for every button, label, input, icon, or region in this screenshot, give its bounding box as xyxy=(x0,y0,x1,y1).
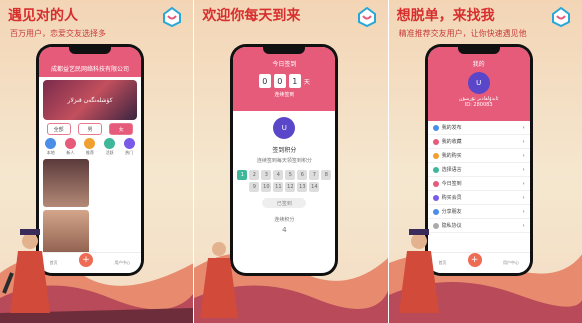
day-cell[interactable]: 12 xyxy=(285,182,296,192)
app-logo-icon xyxy=(357,6,376,28)
counter-unit: 天 xyxy=(303,78,310,86)
document-icon xyxy=(432,124,439,131)
day-cell[interactable]: 4 xyxy=(273,170,284,180)
chevron-right-icon: › xyxy=(522,180,525,187)
day-grid: 1 2 3 4 5 6 7 8 9 10 11 12 13 14 xyxy=(237,170,332,192)
cart-icon xyxy=(432,152,439,159)
shortcut-local[interactable]: 本地 xyxy=(43,138,59,156)
heart-icon xyxy=(123,138,135,149)
day-cell[interactable]: 8 xyxy=(321,170,332,180)
app-logo-icon xyxy=(163,6,182,28)
day-counter: 0 0 1 天 xyxy=(233,74,335,88)
tab-all[interactable]: 全部 xyxy=(46,123,71,135)
globe-icon xyxy=(432,166,439,173)
tab-user-center[interactable]: 用户中心 xyxy=(503,260,519,266)
promo-strip: 遇见对的人 百万用户，恋爱交友选择多 成都益艺民网络科技有限公司 كۈشلەنگ… xyxy=(0,0,582,323)
profile-menu: 我的发布 › 我的收藏 › 我的购买 › 选择语言 › 今日签到 › 购买会员 › 分享朋友… xyxy=(427,121,530,233)
tab-user-center[interactable]: 用户中心 xyxy=(114,260,130,266)
signed-in-button[interactable]: 已签到 xyxy=(262,198,307,208)
day-cell[interactable]: 9 xyxy=(249,182,260,192)
menu-item-vip[interactable]: 购买会员 › xyxy=(427,191,530,205)
chevron-right-icon: › xyxy=(522,194,525,201)
day-cell[interactable]: 1 xyxy=(237,170,248,180)
phone-notch xyxy=(457,47,500,54)
post-button[interactable]: + xyxy=(78,253,93,267)
menu-item-language[interactable]: 选择语言 › xyxy=(427,163,530,177)
day-cell[interactable]: 13 xyxy=(297,182,308,192)
tab-male[interactable]: 男 xyxy=(77,123,102,135)
chevron-right-icon: › xyxy=(522,138,525,145)
day-cell[interactable]: 11 xyxy=(273,182,284,192)
menu-item-share[interactable]: 分享朋友 › xyxy=(427,205,530,219)
shortcut-hot[interactable]: 热门 xyxy=(121,138,137,156)
chevron-right-icon: › xyxy=(522,124,525,131)
panel-subline: 精准推荐交友用户，让你快速遇见他 xyxy=(398,29,527,38)
phone-mockup: 今日签到 0 0 1 天 连续签到 U 签到积分 连续签到每天领签到积分 1 2… xyxy=(230,44,339,276)
shortcut-recommend[interactable]: 推荐 xyxy=(82,138,98,156)
day-cell[interactable]: 6 xyxy=(297,170,308,180)
panel-headline: 想脱单，来找我 xyxy=(396,8,495,24)
menu-item-favorites[interactable]: 我的收藏 › xyxy=(427,135,530,149)
heart-icon xyxy=(432,138,439,145)
dancer-figure xyxy=(200,242,239,318)
user-card[interactable]: ئابدۇلقادىر xyxy=(43,159,91,215)
menu-item-checkin[interactable]: 今日签到 › xyxy=(427,177,530,191)
app-logo-icon xyxy=(551,6,570,28)
menu-item-my-posts[interactable]: 我的发布 › xyxy=(427,121,530,135)
day-cell[interactable]: 7 xyxy=(309,170,320,180)
phone-notch xyxy=(69,47,111,54)
day-cell[interactable]: 10 xyxy=(261,182,272,192)
streak-label: 连续积分 xyxy=(274,217,295,223)
day-cell[interactable]: 5 xyxy=(285,170,296,180)
shortcut-active[interactable]: 活跃 xyxy=(102,138,118,156)
phone-notch xyxy=(263,47,306,54)
share-icon xyxy=(432,208,439,215)
counter-digit: 0 xyxy=(273,74,286,88)
crown-icon xyxy=(432,194,439,201)
chevron-right-icon: › xyxy=(522,208,525,215)
streak-value: 4 xyxy=(282,226,287,234)
star-icon xyxy=(64,138,76,149)
promo-panel-3: 想脱单，来找我 精准推荐交友用户，让你快速遇见他 我的 U ئابدۇلقادى… xyxy=(387,0,582,323)
checkin-header: 今日签到 0 0 1 天 连续签到 xyxy=(233,47,336,111)
category-tabs: 全部 男 女 xyxy=(43,123,137,135)
u-logo-icon: U xyxy=(273,117,296,139)
dancer-figure xyxy=(398,229,439,313)
shortcut-row: 本地 新人 推荐 活跃 热门 xyxy=(41,138,139,156)
calendar-icon xyxy=(432,180,439,187)
promo-panel-2: 欢迎你每天到来 今日签到 0 0 1 天 连续签到 U 签到积分 连续签到每天领… xyxy=(193,0,388,323)
points-title: 签到积分 xyxy=(272,147,297,154)
profile-header: 我的 U ئابدۇلقادىر تۇرسۇن ID: 280083 xyxy=(427,47,530,121)
dancer-figure xyxy=(2,229,50,313)
location-icon xyxy=(45,138,57,149)
day-cell[interactable]: 14 xyxy=(309,182,320,192)
panel-subline: 百万用户，恋爱交友选择多 xyxy=(10,29,106,38)
promo-panel-1: 遇见对的人 百万用户，恋爱交友选择多 成都益艺民网络科技有限公司 كۈشلەنگ… xyxy=(0,0,194,323)
panel-headline: 遇见对的人 xyxy=(8,8,78,24)
counter-digit: 1 xyxy=(288,74,301,88)
chevron-right-icon: › xyxy=(522,222,525,229)
banner[interactable]: كۈشلەنگەن قىزلار xyxy=(43,80,137,120)
phone-screen: 今日签到 0 0 1 天 连续签到 U 签到积分 连续签到每天领签到积分 1 2… xyxy=(233,47,336,273)
day-cell[interactable]: 3 xyxy=(261,170,272,180)
user-id: ID: 280083 xyxy=(464,102,493,108)
post-button[interactable]: + xyxy=(467,253,482,267)
flame-icon xyxy=(104,138,116,149)
shortcut-new[interactable]: 新人 xyxy=(62,138,78,156)
day-cell[interactable]: 2 xyxy=(249,170,260,180)
points-hint: 连续签到每天领签到积分 xyxy=(256,158,312,164)
counter-digit: 0 xyxy=(258,74,271,88)
chevron-right-icon: › xyxy=(522,166,525,173)
tab-female[interactable]: 女 xyxy=(109,123,134,135)
chevron-right-icon: › xyxy=(522,152,525,159)
avatar[interactable]: U xyxy=(467,72,490,94)
counter-caption: 连续签到 xyxy=(274,92,295,98)
thumb-icon xyxy=(84,138,96,149)
panel-headline: 欢迎你每天到来 xyxy=(202,8,301,24)
menu-item-purchases[interactable]: 我的购买 › xyxy=(427,149,530,163)
